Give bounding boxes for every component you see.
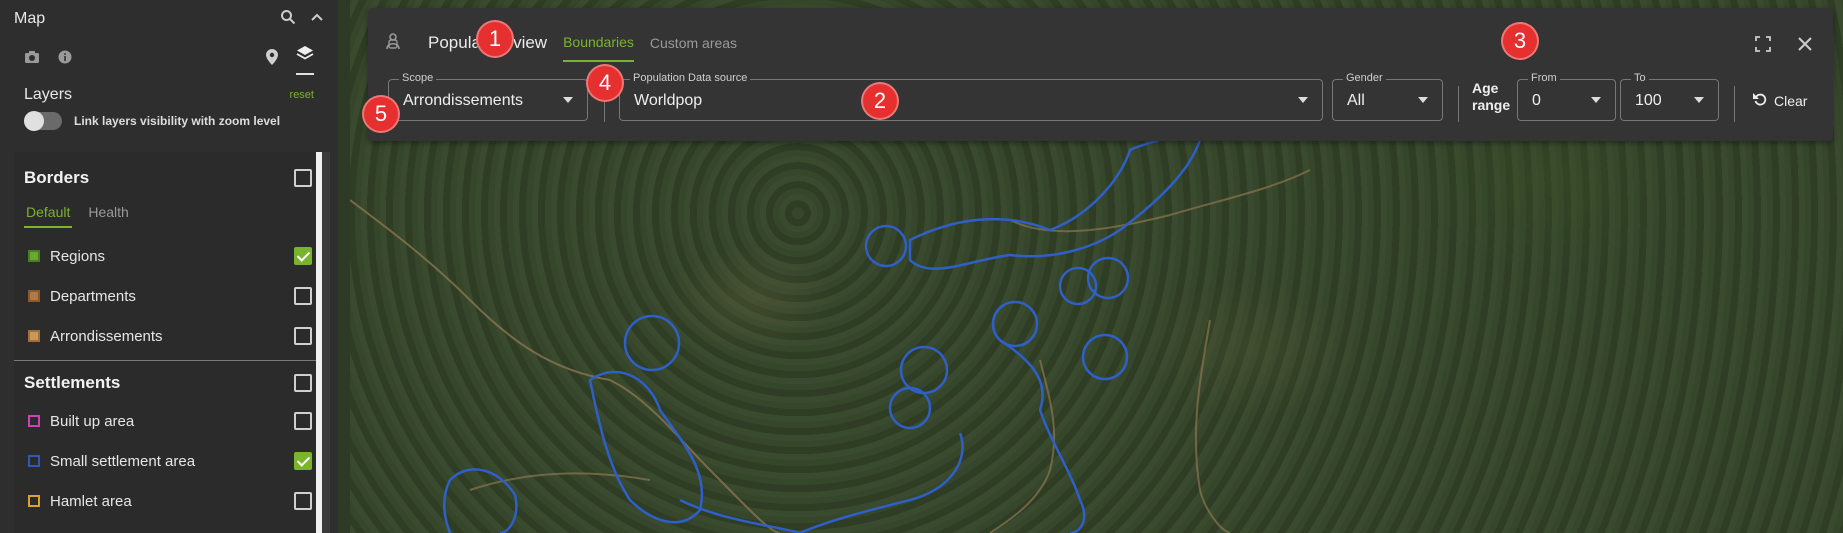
sidebar-title: Map <box>14 10 46 27</box>
chevron-up-icon[interactable] <box>310 10 324 29</box>
annotation-marker-4: 4 <box>586 64 624 102</box>
annotation-marker-3: 3 <box>1501 22 1539 60</box>
layer-label: Hamlet area <box>50 492 132 510</box>
tab-custom-areas[interactable]: Custom areas <box>650 35 737 61</box>
info-icon[interactable] <box>58 50 72 69</box>
map-sidebar: Map Layers reset Link layers visibility … <box>0 0 338 533</box>
panel-actions <box>1755 36 1813 57</box>
settlements-checkbox[interactable] <box>294 374 312 392</box>
arrondissements-swatch <box>28 330 40 342</box>
pin-icon[interactable] <box>266 48 278 70</box>
annotation-marker-1: 1 <box>476 20 514 58</box>
age-label-line1: Age <box>1472 80 1499 96</box>
small-settlement-checkbox[interactable] <box>294 452 312 470</box>
layers-label: Layers <box>24 86 73 103</box>
layer-label: Regions <box>50 247 106 265</box>
age-range-label: Age range <box>1472 80 1510 114</box>
tab-default[interactable]: Default <box>24 204 73 228</box>
age-from-select[interactable]: From 0 <box>1517 72 1616 121</box>
chevron-down-icon <box>563 97 573 103</box>
field-separator <box>1734 86 1735 122</box>
age-label-line2: range <box>1472 97 1511 113</box>
from-label: From <box>1528 72 1560 84</box>
link-visibility-toggle[interactable] <box>24 111 62 131</box>
to-label: To <box>1631 72 1649 84</box>
scope-select[interactable]: Scope Arrondissements <box>388 72 588 121</box>
layer-item-regions[interactable]: Regions <box>14 236 322 276</box>
gender-value: All <box>1347 92 1365 109</box>
age-to-select[interactable]: To 100 <box>1620 72 1719 121</box>
close-icon[interactable] <box>1797 36 1813 57</box>
annotation-marker-5: 5 <box>362 95 400 133</box>
layer-item-hamlet-area[interactable]: Hamlet area <box>14 481 322 521</box>
link-visibility-row: Link layers visibility with zoom level <box>0 104 338 131</box>
layer-label: Departments <box>50 287 136 305</box>
chevron-down-icon <box>1298 97 1308 103</box>
hamlet-swatch <box>28 495 40 507</box>
layer-item-arrondissements[interactable]: Arrondissements <box>14 316 322 356</box>
chevron-down-icon <box>1418 97 1428 103</box>
search-icon[interactable] <box>280 9 296 30</box>
departments-checkbox[interactable] <box>294 287 312 305</box>
sidebar-toolbar <box>0 38 338 80</box>
layer-label: Small settlement area <box>50 452 196 470</box>
from-value: 0 <box>1532 92 1541 109</box>
small-settlement-swatch <box>28 455 40 467</box>
settlements-title: Settlements <box>24 373 121 392</box>
clear-button[interactable]: Clear <box>1752 91 1807 110</box>
layer-label: Arrondissements <box>50 327 163 345</box>
scope-label: Scope <box>399 72 437 84</box>
annotation-marker-2: 2 <box>861 82 899 120</box>
borders-checkbox[interactable] <box>294 169 312 187</box>
settlements-section-header: Settlements <box>14 365 322 401</box>
departments-swatch <box>28 290 40 302</box>
built-up-checkbox[interactable] <box>294 412 312 430</box>
layers-icon[interactable] <box>296 44 314 75</box>
undo-icon <box>1752 91 1768 110</box>
gender-label: Gender <box>1343 72 1386 84</box>
chevron-down-icon <box>1591 97 1601 103</box>
layer-label: Built up area <box>50 412 135 430</box>
to-value: 100 <box>1635 92 1662 109</box>
layer-item-departments[interactable]: Departments <box>14 276 322 316</box>
sidebar-header: Map <box>0 0 338 38</box>
section-divider <box>14 360 322 361</box>
panel-scrollbar[interactable] <box>316 152 322 533</box>
borders-tabs: Default Health <box>14 204 322 236</box>
built-up-swatch <box>28 415 40 427</box>
layers-header: Layers reset <box>0 80 338 104</box>
fullscreen-icon[interactable] <box>1755 36 1771 57</box>
borders-section-header: Borders <box>14 152 322 204</box>
camera-icon[interactable] <box>24 50 40 69</box>
clear-label: Clear <box>1774 92 1808 109</box>
data-source-label: Population Data source <box>630 72 751 84</box>
regions-checkbox[interactable] <box>294 247 312 265</box>
chevron-down-icon <box>1694 97 1704 103</box>
population-icon <box>384 32 402 55</box>
data-source-select[interactable]: Population Data source Worldpop <box>619 72 1323 121</box>
field-separator <box>1458 86 1459 122</box>
tab-boundaries[interactable]: Boundaries <box>563 34 634 62</box>
panel-header: Population view Boundaries Custom areas <box>384 24 737 62</box>
reset-link[interactable]: reset <box>290 89 314 101</box>
scope-value: Arrondissements <box>403 92 524 109</box>
gender-select[interactable]: Gender All <box>1332 72 1443 121</box>
borders-title: Borders <box>24 168 90 187</box>
hamlet-checkbox[interactable] <box>294 492 312 510</box>
data-source-value: Worldpop <box>634 92 703 109</box>
regions-swatch <box>28 250 40 262</box>
link-visibility-label: Link layers visibility with zoom level <box>74 114 281 128</box>
layer-item-small-settlement-area[interactable]: Small settlement area <box>14 441 322 481</box>
tab-health[interactable]: Health <box>88 204 128 220</box>
arrondissements-checkbox[interactable] <box>294 327 312 345</box>
layers-panel: Borders Default Health Regions Departmen… <box>14 152 330 533</box>
layer-item-built-up-area[interactable]: Built up area <box>14 401 322 441</box>
